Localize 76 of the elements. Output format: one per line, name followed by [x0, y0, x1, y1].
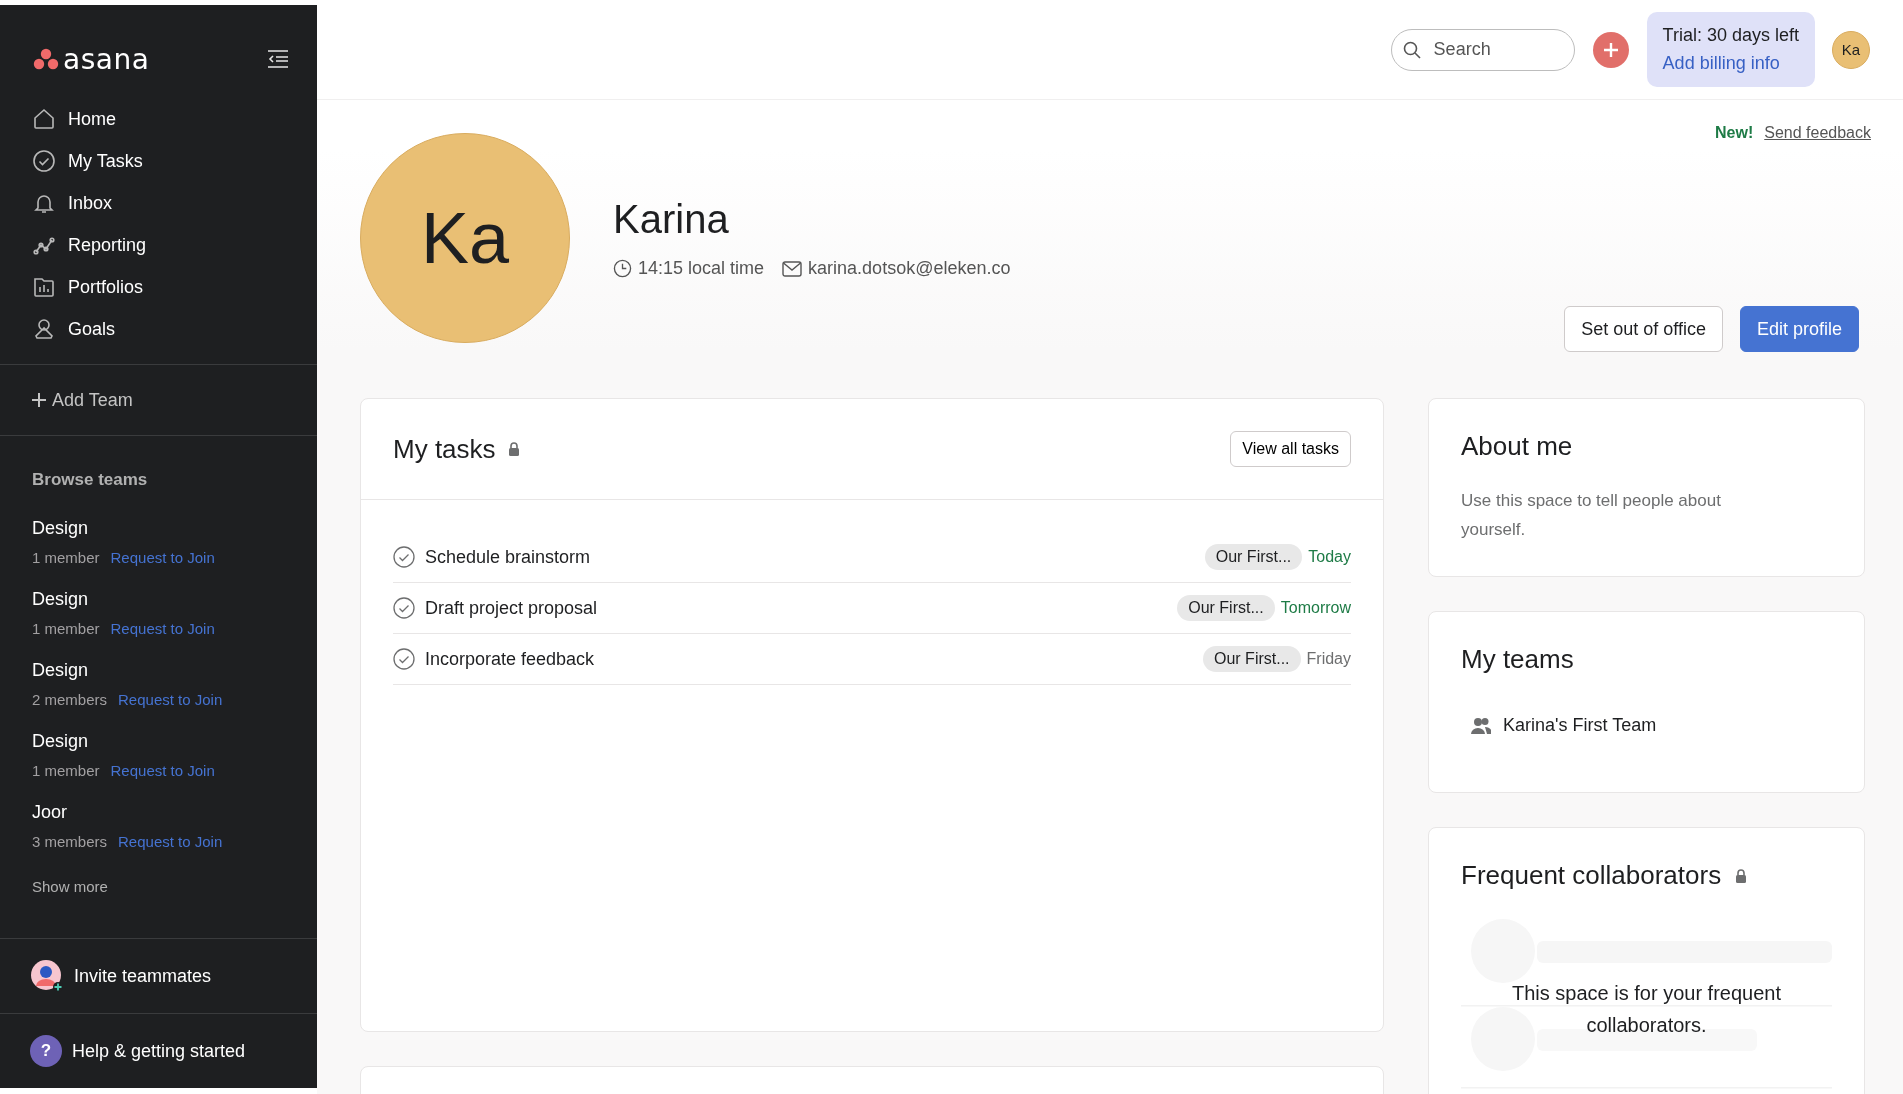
plus-icon: [1602, 41, 1619, 58]
email-text: karina.dotsok@eleken.co: [808, 258, 1011, 279]
out-of-office-button[interactable]: Set out of office: [1564, 306, 1723, 352]
create-button[interactable]: [1592, 31, 1629, 68]
task-name[interactable]: Draft project proposal: [425, 597, 1168, 619]
team-name[interactable]: Design: [32, 731, 89, 752]
lock-icon: [1735, 868, 1748, 883]
team-name[interactable]: Design: [32, 589, 89, 610]
join-link[interactable]: Request to Join: [118, 691, 223, 708]
check-circle-icon[interactable]: [393, 597, 415, 619]
nav-item[interactable]: Portfolios: [32, 272, 144, 302]
project-tag[interactable]: Our First...: [1204, 544, 1303, 570]
team-name[interactable]: Design: [32, 518, 89, 539]
goal-icon: [32, 317, 56, 341]
join-link[interactable]: Request to Join: [110, 549, 215, 566]
search-field[interactable]: Search: [1390, 28, 1575, 71]
team-name[interactable]: Design: [32, 660, 89, 681]
task-name[interactable]: Incorporate feedback: [425, 648, 1193, 670]
check-circle-icon[interactable]: [393, 546, 415, 568]
join-link[interactable]: Request to Join: [110, 762, 215, 779]
plus-icon: [32, 393, 46, 407]
home-icon: [32, 107, 56, 131]
member-count: 1 member: [32, 620, 100, 637]
card-title: My teams: [1461, 644, 1575, 675]
check-icon: [32, 149, 56, 173]
search-icon: [1402, 40, 1421, 59]
logo-text: asana: [63, 42, 150, 76]
due-date: Tomorrow: [1280, 599, 1351, 617]
billing-link[interactable]: Add billing info: [1662, 53, 1799, 74]
nav-item[interactable]: My Tasks: [32, 146, 143, 176]
project-tag[interactable]: Our First...: [1177, 595, 1275, 621]
logo-icon: [33, 48, 59, 70]
help-icon: ?: [30, 1035, 62, 1067]
empty-message: This space is for your frequent collaborators.: [1511, 981, 1782, 1038]
task-name[interactable]: Schedule brainstorm: [425, 546, 1195, 568]
show-more-link[interactable]: Show more: [0, 873, 140, 900]
member-count: 2 members: [32, 691, 108, 708]
section-heading: Browse teams: [31, 469, 149, 491]
local-time: 14:15 local time: [638, 258, 765, 279]
member-count: 3 members: [32, 833, 108, 850]
invite-button[interactable]: Invite teammates: [0, 939, 244, 1013]
feedback-link[interactable]: Send feedback: [1764, 124, 1871, 142]
project-tag[interactable]: Our First...: [1203, 646, 1301, 672]
check-circle-icon[interactable]: [393, 648, 415, 670]
card-title: Frequent collaborators: [1461, 860, 1722, 891]
add-team-link[interactable]: Add Team: [0, 365, 165, 435]
edit-profile-button[interactable]: Edit profile: [1739, 306, 1859, 352]
due-date: Friday: [1306, 650, 1351, 668]
user-avatar[interactable]: Ka: [1832, 30, 1870, 69]
profile-name: Karina: [613, 197, 730, 242]
team-name[interactable]: Joor: [32, 802, 67, 823]
new-label: New!: [1715, 124, 1754, 142]
member-count: 1 member: [32, 762, 100, 779]
trial-text: Trial: 30 days left: [1662, 25, 1799, 46]
profile-avatar: Ka: [360, 133, 570, 343]
about-field[interactable]: Use this space to tell people about yourself.: [1461, 486, 1781, 544]
nav-item[interactable]: Inbox: [32, 188, 113, 218]
card-title: My tasks: [393, 433, 496, 465]
due-date: Today: [1308, 548, 1351, 566]
help-button[interactable]: ? Help & getting started: [0, 1014, 278, 1088]
lock-icon: [507, 442, 520, 456]
nav-item[interactable]: Home: [32, 104, 116, 134]
mail-icon: [782, 260, 803, 277]
nav-item[interactable]: Goals: [32, 314, 116, 344]
folder-icon: [32, 275, 56, 299]
view-all-button[interactable]: View all tasks: [1230, 431, 1351, 467]
team-link[interactable]: Karina's First Team: [1471, 715, 1657, 736]
collapse-menu-icon[interactable]: [267, 50, 289, 68]
nav-item[interactable]: Reporting: [32, 230, 147, 260]
member-count: 1 member: [32, 549, 100, 566]
join-link[interactable]: Request to Join: [110, 620, 215, 637]
clock-icon: [613, 259, 632, 278]
join-link[interactable]: Request to Join: [118, 833, 223, 850]
people-icon: [1471, 716, 1491, 735]
person-plus-icon: [30, 959, 64, 993]
card-title: About me: [1461, 431, 1574, 462]
